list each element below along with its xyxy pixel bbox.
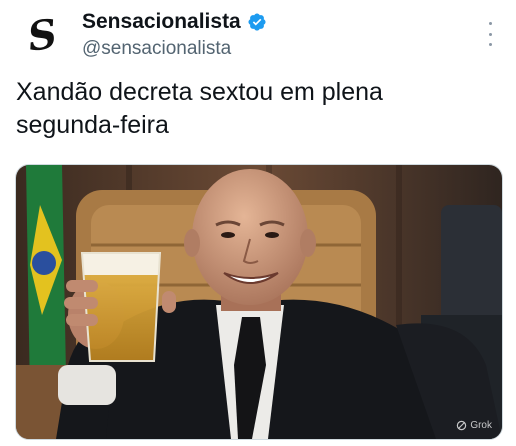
avatar-logo: S xyxy=(24,10,60,61)
judge-toasting-illustration xyxy=(16,165,502,439)
grok-watermark: Grok xyxy=(456,420,492,431)
avatar[interactable]: S xyxy=(14,8,70,64)
author-name-row[interactable]: Sensacionalista xyxy=(82,10,267,34)
author-handle[interactable]: @sensacionalista xyxy=(82,38,231,60)
verified-badge-icon xyxy=(248,13,266,31)
more-options-icon[interactable] xyxy=(482,22,498,46)
post-text: Xandão decreta sextou em plena segunda-f… xyxy=(16,78,383,139)
grok-icon xyxy=(457,420,467,431)
post-image[interactable]: Grok xyxy=(15,164,503,440)
grok-label: Grok xyxy=(470,420,492,431)
display-name[interactable]: Sensacionalista xyxy=(82,10,241,34)
